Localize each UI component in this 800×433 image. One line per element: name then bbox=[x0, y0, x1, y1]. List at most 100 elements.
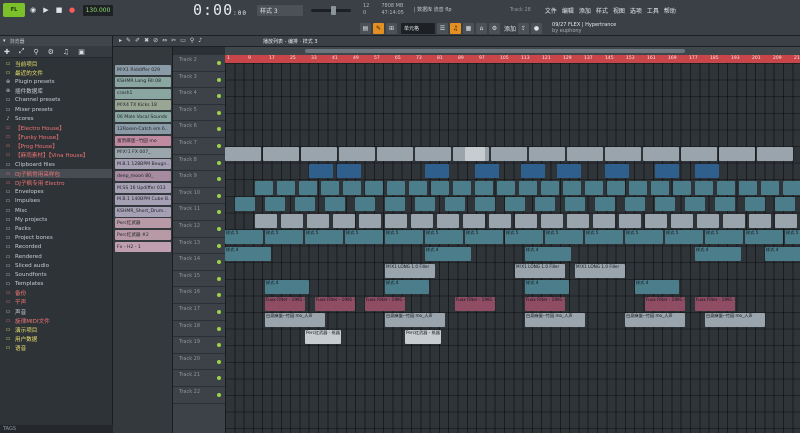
playlist-clip[interactable] bbox=[415, 197, 435, 212]
tool-playlist-icon[interactable]: ▤ bbox=[360, 22, 371, 34]
browser-plugin-icon[interactable]: ⚙ bbox=[48, 48, 54, 56]
playlist-clip[interactable] bbox=[567, 147, 603, 162]
playlist-clip[interactable] bbox=[475, 163, 499, 178]
playlist-clip[interactable]: Fuxx Filter - 1991 - 音频 bbox=[315, 296, 355, 311]
playlist-clip[interactable]: 样式 5 bbox=[545, 230, 583, 245]
playlist-clip[interactable] bbox=[783, 180, 800, 195]
playlist-clip[interactable] bbox=[563, 180, 581, 195]
track-header[interactable]: Track 8 bbox=[173, 155, 225, 172]
playlist-clip[interactable] bbox=[359, 213, 381, 228]
tool-export-icon[interactable]: ⇪ bbox=[518, 22, 530, 34]
playlist-clip[interactable] bbox=[529, 147, 565, 162]
playlist-clip[interactable] bbox=[655, 163, 679, 178]
picker-clip[interactable]: crash1 bbox=[115, 88, 171, 99]
playlist-clip[interactable] bbox=[255, 180, 273, 195]
playlist-clip[interactable] bbox=[505, 197, 525, 212]
playlist-clip[interactable]: 样式 5 bbox=[785, 230, 800, 245]
browser-item[interactable]: ▭ DJ子枫专用 Electro bbox=[0, 178, 112, 187]
browser-item[interactable]: ▭ Misc bbox=[0, 206, 112, 215]
playlist-clip[interactable] bbox=[377, 147, 413, 162]
playlist-clip[interactable]: 样式 5 bbox=[505, 230, 543, 245]
playlist-clip[interactable]: 样式 5 bbox=[585, 230, 623, 245]
browser-item[interactable]: ▭ 【Prog House】 bbox=[0, 142, 112, 151]
track-mute-led[interactable] bbox=[217, 160, 221, 165]
picker-clip[interactable]: 06 Male Vocal Sounds bbox=[115, 112, 171, 123]
browser-search-icon[interactable]: ⚲ bbox=[33, 48, 38, 56]
picker-clip[interactable]: Perc红武器 bbox=[115, 218, 171, 229]
browser-item[interactable]: ▭ 当前项目 bbox=[0, 59, 112, 68]
playlist-clip[interactable] bbox=[277, 180, 295, 195]
browser-item[interactable]: ▭ Rendered bbox=[0, 252, 112, 261]
browser-item[interactable]: ▭ Soundfonts bbox=[0, 270, 112, 279]
playlist-clip[interactable] bbox=[757, 147, 793, 162]
track-mute-led[interactable] bbox=[217, 310, 221, 314]
playlist-clip[interactable]: 样式 5 bbox=[225, 230, 263, 245]
playlist-clip[interactable]: Fuxx Filter - 1991 - 音频 bbox=[695, 296, 735, 311]
playlist-clip[interactable]: 样式 5 bbox=[745, 230, 783, 245]
playlist-clip[interactable] bbox=[343, 180, 361, 195]
playlist-clip[interactable] bbox=[281, 213, 303, 228]
picker-clip[interactable]: M.B.1 140BPM Cube B.. bbox=[115, 194, 171, 205]
playlist-clip[interactable] bbox=[685, 197, 705, 212]
menu-options[interactable]: 选项 bbox=[630, 6, 642, 15]
track-header[interactable]: Track 21 bbox=[173, 370, 225, 387]
playlist-clip[interactable]: 样式 4 bbox=[765, 246, 800, 261]
tool-mixer-icon[interactable]: ☰ bbox=[437, 22, 448, 34]
playlist-clip[interactable] bbox=[225, 147, 261, 162]
playlist-clip[interactable] bbox=[265, 197, 285, 212]
play-icon[interactable]: ▶ bbox=[41, 5, 51, 15]
track-mute-led[interactable] bbox=[217, 193, 221, 198]
playlist-clip[interactable] bbox=[409, 180, 427, 195]
browser-item[interactable]: ▭ Project bones bbox=[0, 234, 112, 243]
track-mute-led[interactable] bbox=[217, 393, 221, 397]
picker-clip[interactable]: M.B.1 128BPM Beugn.. bbox=[115, 159, 171, 170]
track-header[interactable]: Track 18 bbox=[173, 321, 225, 338]
track-header[interactable]: Track 5 bbox=[173, 105, 225, 122]
picker-clip[interactable]: Perc红武器 #2 bbox=[115, 230, 171, 241]
browser-item[interactable]: ▭ Mixer presets bbox=[0, 105, 112, 114]
playlist-clip[interactable] bbox=[475, 197, 495, 212]
playlist-grid[interactable]: 样式 5 样式 5 样式 5 样式 5 样式 5 样式 5 样式 5 样式 5 样式 5 样式 5… bbox=[225, 63, 800, 433]
browser-item[interactable]: ▭ Sliced audio bbox=[0, 261, 112, 270]
tool-zoom-icon[interactable]: ⚲ bbox=[190, 37, 194, 44]
playlist-clip[interactable] bbox=[723, 213, 745, 228]
browser-item[interactable]: ▭ Templates bbox=[0, 280, 112, 289]
tool-playback-icon[interactable]: ♪ bbox=[198, 37, 202, 44]
track-mute-led[interactable] bbox=[217, 376, 221, 381]
playlist-clip[interactable]: 白泉麻蛋--竹园 mo_人声 bbox=[625, 313, 685, 328]
playlist-clip[interactable] bbox=[307, 213, 329, 228]
playlist-clip[interactable] bbox=[301, 147, 337, 162]
track-header[interactable]: Track 22 bbox=[173, 387, 225, 404]
tool-pencil-icon[interactable]: ✎ bbox=[373, 22, 384, 34]
playlist-clip[interactable]: M!X1 LONG 1.0 Filler bbox=[575, 263, 625, 278]
track-header[interactable]: Track 11 bbox=[173, 204, 225, 221]
playlist-clip[interactable] bbox=[643, 147, 679, 162]
track-mute-led[interactable] bbox=[217, 293, 221, 298]
playlist-clip[interactable] bbox=[681, 147, 717, 162]
track-header[interactable]: Track 19 bbox=[173, 337, 225, 354]
playlist-clip[interactable] bbox=[475, 180, 493, 195]
menu-file[interactable]: 文件 bbox=[545, 6, 557, 15]
playlist-clip[interactable] bbox=[629, 180, 647, 195]
menu-patterns[interactable]: 样式 bbox=[596, 6, 608, 15]
picker-clip[interactable]: 富贵麻蛋--竹园 mo bbox=[115, 135, 171, 146]
browser-item[interactable]: ▭ Envelopes bbox=[0, 188, 112, 197]
playlist-clip[interactable] bbox=[515, 213, 537, 228]
browser-item[interactable]: ▭ 演示项目 bbox=[0, 325, 112, 334]
playlist-clip[interactable] bbox=[775, 213, 797, 228]
playlist-clip[interactable] bbox=[557, 163, 581, 178]
record-icon[interactable]: ● bbox=[67, 5, 77, 15]
playlist-clip[interactable] bbox=[411, 213, 433, 228]
playlist-clip[interactable] bbox=[387, 180, 405, 195]
playlist-clip[interactable] bbox=[309, 163, 333, 178]
playlist-clip[interactable] bbox=[355, 197, 375, 212]
playlist-clip[interactable] bbox=[607, 180, 625, 195]
playlist-clip[interactable] bbox=[775, 197, 795, 212]
browser-item[interactable]: ▭ 备份 bbox=[0, 289, 112, 298]
playlist-clip[interactable]: Fuxx Filter - 1991 - 音频 bbox=[365, 296, 405, 311]
playlist-clip[interactable] bbox=[535, 197, 555, 212]
playlist-clip[interactable] bbox=[325, 197, 345, 212]
playlist-clip[interactable] bbox=[595, 197, 615, 212]
playlist-clip[interactable] bbox=[491, 147, 527, 162]
playlist-clip[interactable] bbox=[445, 197, 465, 212]
